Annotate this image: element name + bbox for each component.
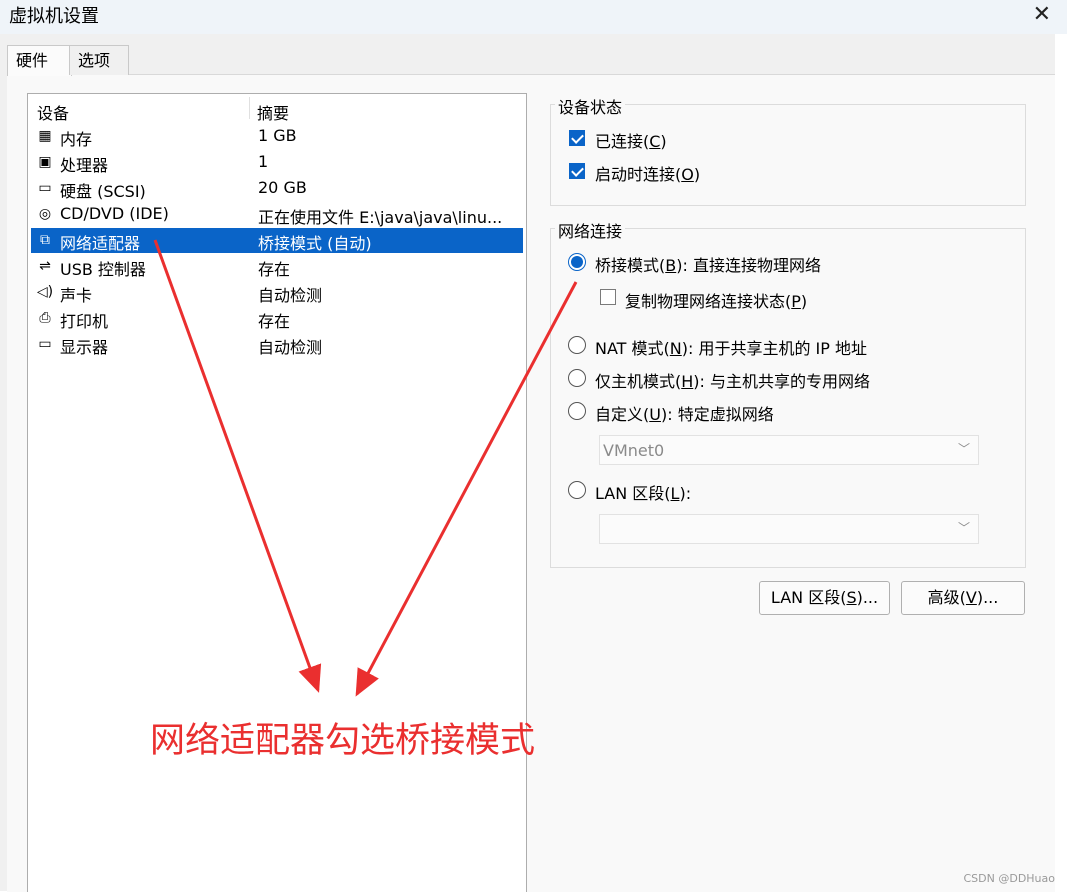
custom-network-value: VMnet0 bbox=[603, 441, 665, 460]
printer-icon: ⎙ bbox=[39, 310, 51, 326]
device-row-display[interactable]: ▭ 显示器 自动检测 bbox=[31, 332, 523, 357]
annotation-text: 网络适配器勾选桥接模式 bbox=[150, 721, 536, 761]
device-name: 硬盘 (SCSI) bbox=[60, 182, 146, 201]
device-summary: 存在 bbox=[258, 260, 291, 279]
device-name: 声卡 bbox=[60, 286, 93, 305]
device-row-memory[interactable]: ▦ 内存 1 GB bbox=[31, 124, 523, 149]
device-summary: 自动检测 bbox=[258, 338, 323, 357]
watermark: CSDN @DDHuao bbox=[963, 872, 1055, 885]
nat-label[interactable]: NAT 模式(N): 用于共享主机的 IP 地址 bbox=[595, 335, 867, 359]
device-summary: 存在 bbox=[258, 312, 291, 331]
device-summary: 自动检测 bbox=[258, 286, 323, 305]
device-row-processor[interactable]: ▣ 处理器 1 bbox=[31, 150, 523, 175]
cd-dvd-icon: ◎ bbox=[38, 206, 52, 222]
device-row-harddisk[interactable]: ▭ 硬盘 (SCSI) 20 GB bbox=[31, 176, 523, 201]
chevron-down-icon: ﹀ bbox=[957, 442, 970, 456]
device-name: 内存 bbox=[60, 130, 93, 149]
device-name: CD/DVD (IDE) bbox=[60, 204, 169, 223]
device-row-sound[interactable]: ◁) 声卡 自动检测 bbox=[31, 280, 523, 305]
title-bar: 虚拟机设置 ✕ bbox=[0, 0, 1067, 34]
custom-radio[interactable] bbox=[568, 402, 586, 420]
device-summary: 桥接模式 (自动) bbox=[258, 234, 372, 253]
device-summary: 1 bbox=[258, 152, 269, 171]
tab-options[interactable]: 选项 bbox=[69, 45, 129, 75]
device-summary: 20 GB bbox=[258, 178, 307, 197]
custom-network-select[interactable]: VMnet0 ﹀ bbox=[599, 435, 979, 465]
lan-segment-label[interactable]: LAN 区段(L): bbox=[595, 480, 691, 504]
device-status-title: 设备状态 bbox=[555, 94, 626, 118]
nat-radio[interactable] bbox=[568, 336, 586, 354]
device-summary: 正在使用文件 E:\java\java\linu... bbox=[258, 208, 503, 227]
device-row-network-adapter[interactable]: ⧉ 网络适配器 桥接模式 (自动) bbox=[31, 228, 523, 253]
lan-segments-button[interactable]: LAN 区段(S)... bbox=[759, 581, 890, 615]
sound-icon: ◁) bbox=[36, 284, 54, 300]
tab-hardware[interactable]: 硬件 bbox=[7, 45, 72, 76]
connected-label[interactable]: 已连接(C) bbox=[595, 128, 667, 152]
lan-segment-select[interactable]: ﹀ bbox=[599, 514, 979, 544]
host-only-label[interactable]: 仅主机模式(H): 与主机共享的专用网络 bbox=[595, 368, 870, 392]
window-edge bbox=[1055, 34, 1067, 891]
bridged-label[interactable]: 桥接模式(B): 直接连接物理网络 bbox=[595, 252, 821, 276]
device-row-cd-dvd[interactable]: ◎ CD/DVD (IDE) 正在使用文件 E:\java\java\linu.… bbox=[31, 202, 523, 227]
connected-checkbox[interactable] bbox=[569, 130, 585, 146]
usb-icon: ⇌ bbox=[39, 258, 51, 274]
advanced-button[interactable]: 高级(V)... bbox=[901, 581, 1025, 615]
bridged-radio[interactable] bbox=[568, 253, 586, 271]
device-status-group bbox=[550, 104, 1026, 206]
replicate-state-label[interactable]: 复制物理网络连接状态(P) bbox=[625, 288, 807, 312]
tab-hardware-label: 硬件 bbox=[16, 51, 49, 70]
harddisk-icon: ▭ bbox=[38, 180, 52, 196]
close-icon[interactable]: ✕ bbox=[1033, 2, 1051, 27]
memory-icon: ▦ bbox=[38, 128, 52, 144]
column-header-device[interactable]: 设备 bbox=[37, 100, 69, 124]
processor-icon: ▣ bbox=[38, 154, 52, 170]
connect-on-start-label[interactable]: 启动时连接(O) bbox=[595, 161, 700, 185]
device-summary: 1 GB bbox=[258, 126, 297, 145]
device-list[interactable]: 设备 摘要 ▦ 内存 1 GB ▣ 处理器 1 ▭ 硬盘 (SCSI) 20 G… bbox=[27, 93, 527, 892]
network-adapter-icon: ⧉ bbox=[40, 232, 50, 248]
device-name: 处理器 bbox=[60, 156, 109, 175]
display-icon: ▭ bbox=[38, 336, 52, 352]
device-row-printer[interactable]: ⎙ 打印机 存在 bbox=[31, 306, 523, 331]
device-name: 显示器 bbox=[60, 338, 109, 357]
network-connection-title: 网络连接 bbox=[555, 218, 626, 242]
lan-segment-radio[interactable] bbox=[568, 481, 586, 499]
tab-options-label: 选项 bbox=[78, 51, 111, 70]
device-name: 打印机 bbox=[60, 312, 109, 331]
column-divider[interactable] bbox=[249, 97, 250, 119]
host-only-radio[interactable] bbox=[568, 369, 586, 387]
custom-label[interactable]: 自定义(U): 特定虚拟网络 bbox=[595, 401, 774, 425]
connect-on-start-checkbox[interactable] bbox=[569, 163, 585, 179]
device-row-usb[interactable]: ⇌ USB 控制器 存在 bbox=[31, 254, 523, 279]
column-header-summary[interactable]: 摘要 bbox=[257, 100, 289, 124]
replicate-state-checkbox[interactable] bbox=[600, 289, 616, 305]
device-name: USB 控制器 bbox=[60, 260, 146, 279]
device-name: 网络适配器 bbox=[60, 234, 141, 253]
window-title: 虚拟机设置 bbox=[9, 6, 99, 27]
chevron-down-icon: ﹀ bbox=[957, 521, 970, 535]
